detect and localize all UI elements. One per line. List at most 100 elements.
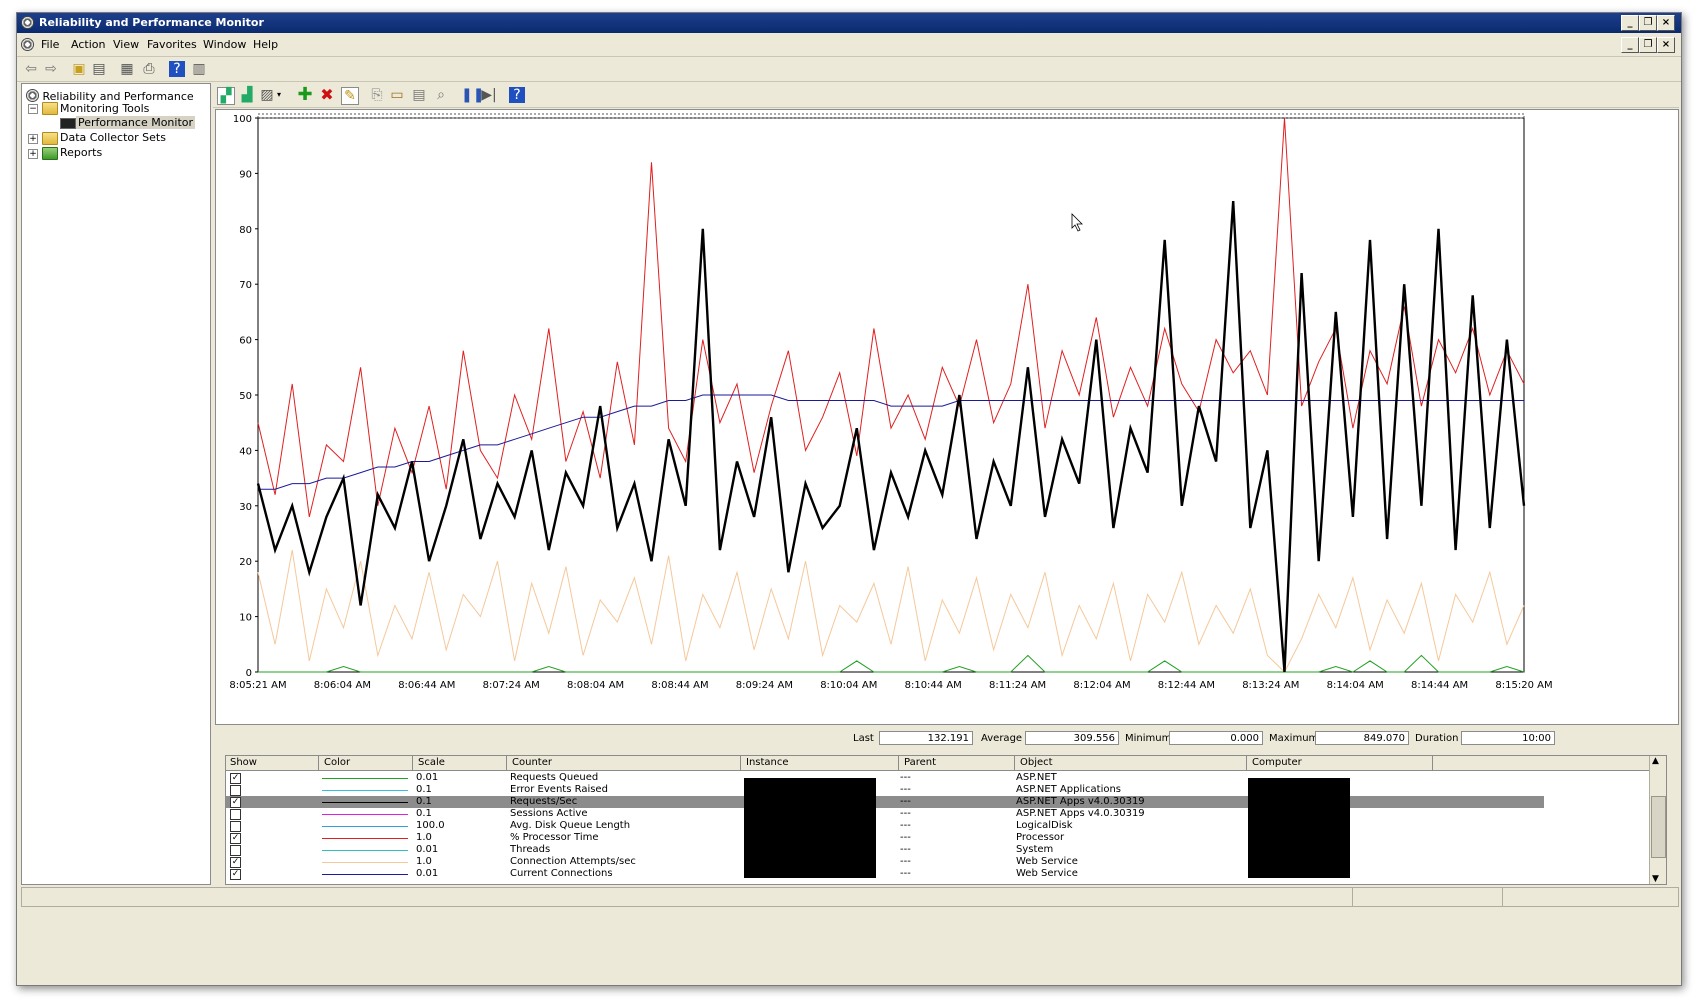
show-action-pane-icon[interactable]: ▥	[191, 61, 207, 77]
graph-type-dropdown-icon[interactable]: ▾	[275, 87, 283, 103]
minimum-value: 0.000	[1169, 731, 1263, 745]
main-window: Reliability and Performance Monitor _ ❐ …	[16, 12, 1682, 986]
color-swatch	[322, 862, 408, 863]
counter-row[interactable]: ✓ 0.01 Requests Queued --- ASP.NET	[226, 772, 1648, 784]
properties-icon[interactable]: ▦	[119, 61, 135, 77]
highlight-icon[interactable]: ✎	[341, 87, 359, 105]
show-checkbox[interactable]	[230, 821, 241, 832]
counter-row[interactable]: 100.0 Avg. Disk Queue Length --- LogicalDis…	[226, 820, 1648, 832]
show-checkbox[interactable]: ✓	[230, 833, 241, 844]
print-icon[interactable]: ⎙	[141, 61, 157, 77]
folder-icon	[42, 102, 58, 115]
line-chart: 10090807060504030201008:05:21 AM 8:06:04 …	[229, 113, 1553, 691]
parent-value: ---	[900, 844, 911, 855]
col-computer[interactable]: Computer	[1252, 757, 1302, 768]
performance-graph[interactable]: 100 90 80 70 60 50 40 30 20 10 0 8:05:21 AM 8:06:04 …	[215, 109, 1679, 725]
counter-row[interactable]: 0.01 Threads --- System	[226, 844, 1648, 856]
tree-node-monitoring-tools[interactable]: Monitoring Tools	[60, 102, 149, 115]
tree-node-performance-monitor[interactable]: Performance Monitor	[76, 116, 196, 129]
copy-properties-icon[interactable]: ⎘	[369, 87, 385, 103]
menu-view[interactable]: View	[113, 38, 139, 51]
show-checkbox[interactable]: ✓	[230, 773, 241, 784]
x-tick-label: 8:12:44 AM	[1158, 680, 1215, 691]
x-tick-label: 8:10:44 AM	[905, 680, 962, 691]
expand-reports-icon[interactable]: +	[28, 149, 38, 159]
color-swatch	[322, 838, 408, 839]
x-tick-label: 8:14:04 AM	[1327, 680, 1384, 691]
scroll-up-icon[interactable]: ▲	[1652, 756, 1659, 766]
expand-data-collector-sets-icon[interactable]: +	[28, 134, 38, 144]
show-checkbox[interactable]: ✓	[230, 857, 241, 868]
menu-file[interactable]: File	[41, 38, 59, 51]
view-log-data-icon[interactable]: ▟	[239, 87, 255, 103]
menu-window[interactable]: Window	[203, 38, 246, 51]
col-counter[interactable]: Counter	[512, 757, 552, 768]
col-show[interactable]: Show	[230, 757, 257, 768]
scale-value: 0.1	[416, 796, 432, 807]
show-checkbox[interactable]: ✓	[230, 797, 241, 808]
show-checkbox[interactable]: ✓	[230, 869, 241, 880]
counter-row[interactable]: ✓ 0.01 Current Connections --- Web Service	[226, 868, 1648, 880]
tree-node-reports[interactable]: Reports	[60, 146, 102, 159]
y-tick-label: 60	[239, 336, 252, 347]
delete-counter-icon[interactable]: ✖	[319, 87, 335, 103]
counter-name: Sessions Active	[510, 808, 588, 819]
up-folder-icon[interactable]: ▣	[71, 61, 87, 77]
counter-row[interactable]: ✓ 1.0 Connection Attempts/sec --- Web Servic…	[226, 856, 1648, 868]
mdi-close-button[interactable]: ×	[1657, 37, 1675, 53]
counter-list-header: Show Color Scale Counter Instance Parent…	[226, 756, 1666, 771]
counter-list: Show Color Scale Counter Instance Parent…	[225, 755, 1667, 885]
zoom-icon[interactable]: ⌕	[433, 87, 449, 103]
scale-value: 0.01	[416, 772, 439, 783]
duration-value: 10:00	[1461, 731, 1555, 745]
menu-help[interactable]: Help	[253, 38, 278, 51]
col-object[interactable]: Object	[1020, 757, 1053, 768]
folder-icon	[42, 132, 58, 145]
col-instance[interactable]: Instance	[746, 757, 789, 768]
tree-node-data-collector-sets[interactable]: Data Collector Sets	[60, 131, 166, 144]
add-counter-icon[interactable]: ✚	[297, 86, 313, 104]
system-menu-icon[interactable]	[21, 38, 34, 51]
x-tick-label: 8:12:04 AM	[1073, 680, 1130, 691]
counter-row[interactable]: 0.1 Error Events Raised --- ASP.NET Applica…	[226, 784, 1648, 796]
show-checkbox[interactable]	[230, 845, 241, 856]
menu-bar: File Action View Favorites Window Help _…	[17, 34, 1681, 57]
change-graph-type-icon[interactable]: ▨	[259, 87, 275, 103]
freeze-display-icon[interactable]: ❚❚	[461, 87, 484, 103]
counter-list-scrollbar[interactable]: ▲ ▼	[1649, 756, 1666, 884]
update-data-icon[interactable]: ▶|	[481, 87, 497, 103]
help-icon[interactable]: ?	[509, 87, 525, 103]
show-checkbox[interactable]	[230, 785, 241, 796]
counter-row[interactable]: ✓ 1.0 % Processor Time --- Processor	[226, 832, 1648, 844]
col-parent[interactable]: Parent	[904, 757, 936, 768]
menu-favorites[interactable]: Favorites	[147, 38, 197, 51]
mdi-minimize-button[interactable]: _	[1621, 37, 1639, 53]
minimize-button[interactable]: _	[1621, 15, 1639, 31]
show-checkbox[interactable]	[230, 809, 241, 820]
paste-counter-list-icon[interactable]: ▭	[389, 87, 405, 103]
col-color[interactable]: Color	[324, 757, 350, 768]
navigation-tree: Reliability and Performance − Monitoring…	[21, 83, 211, 885]
y-tick-label: 80	[239, 225, 252, 236]
col-scale[interactable]: Scale	[418, 757, 445, 768]
scroll-thumb[interactable]	[1651, 796, 1666, 858]
back-arrow-icon[interactable]: ⇦	[23, 61, 39, 77]
color-swatch	[322, 778, 408, 779]
collapse-monitoring-tools-icon[interactable]: −	[28, 104, 38, 114]
restore-button[interactable]: ❐	[1639, 15, 1657, 31]
x-tick-label: 8:07:24 AM	[483, 680, 540, 691]
view-current-activity-icon[interactable]: ▞	[217, 87, 235, 105]
counter-row[interactable]: 0.1 Sessions Active --- ASP.NET Apps v4.0.3…	[226, 808, 1648, 820]
counter-name: Error Events Raised	[510, 784, 608, 795]
help-icon[interactable]: ?	[169, 61, 185, 77]
menu-action[interactable]: Action	[71, 38, 105, 51]
scroll-down-icon[interactable]: ▼	[1652, 874, 1659, 884]
show-hide-tree-icon[interactable]: ▤	[91, 61, 107, 77]
tree-node-root[interactable]: Reliability and Performance	[26, 87, 194, 103]
forward-arrow-icon[interactable]: ⇨	[43, 61, 59, 77]
window-title: Reliability and Performance Monitor	[39, 16, 264, 29]
mdi-restore-button[interactable]: ❐	[1639, 37, 1657, 53]
close-button[interactable]: ×	[1657, 15, 1675, 31]
properties-icon[interactable]: ▤	[411, 87, 427, 103]
y-tick-label: 10	[239, 613, 252, 624]
